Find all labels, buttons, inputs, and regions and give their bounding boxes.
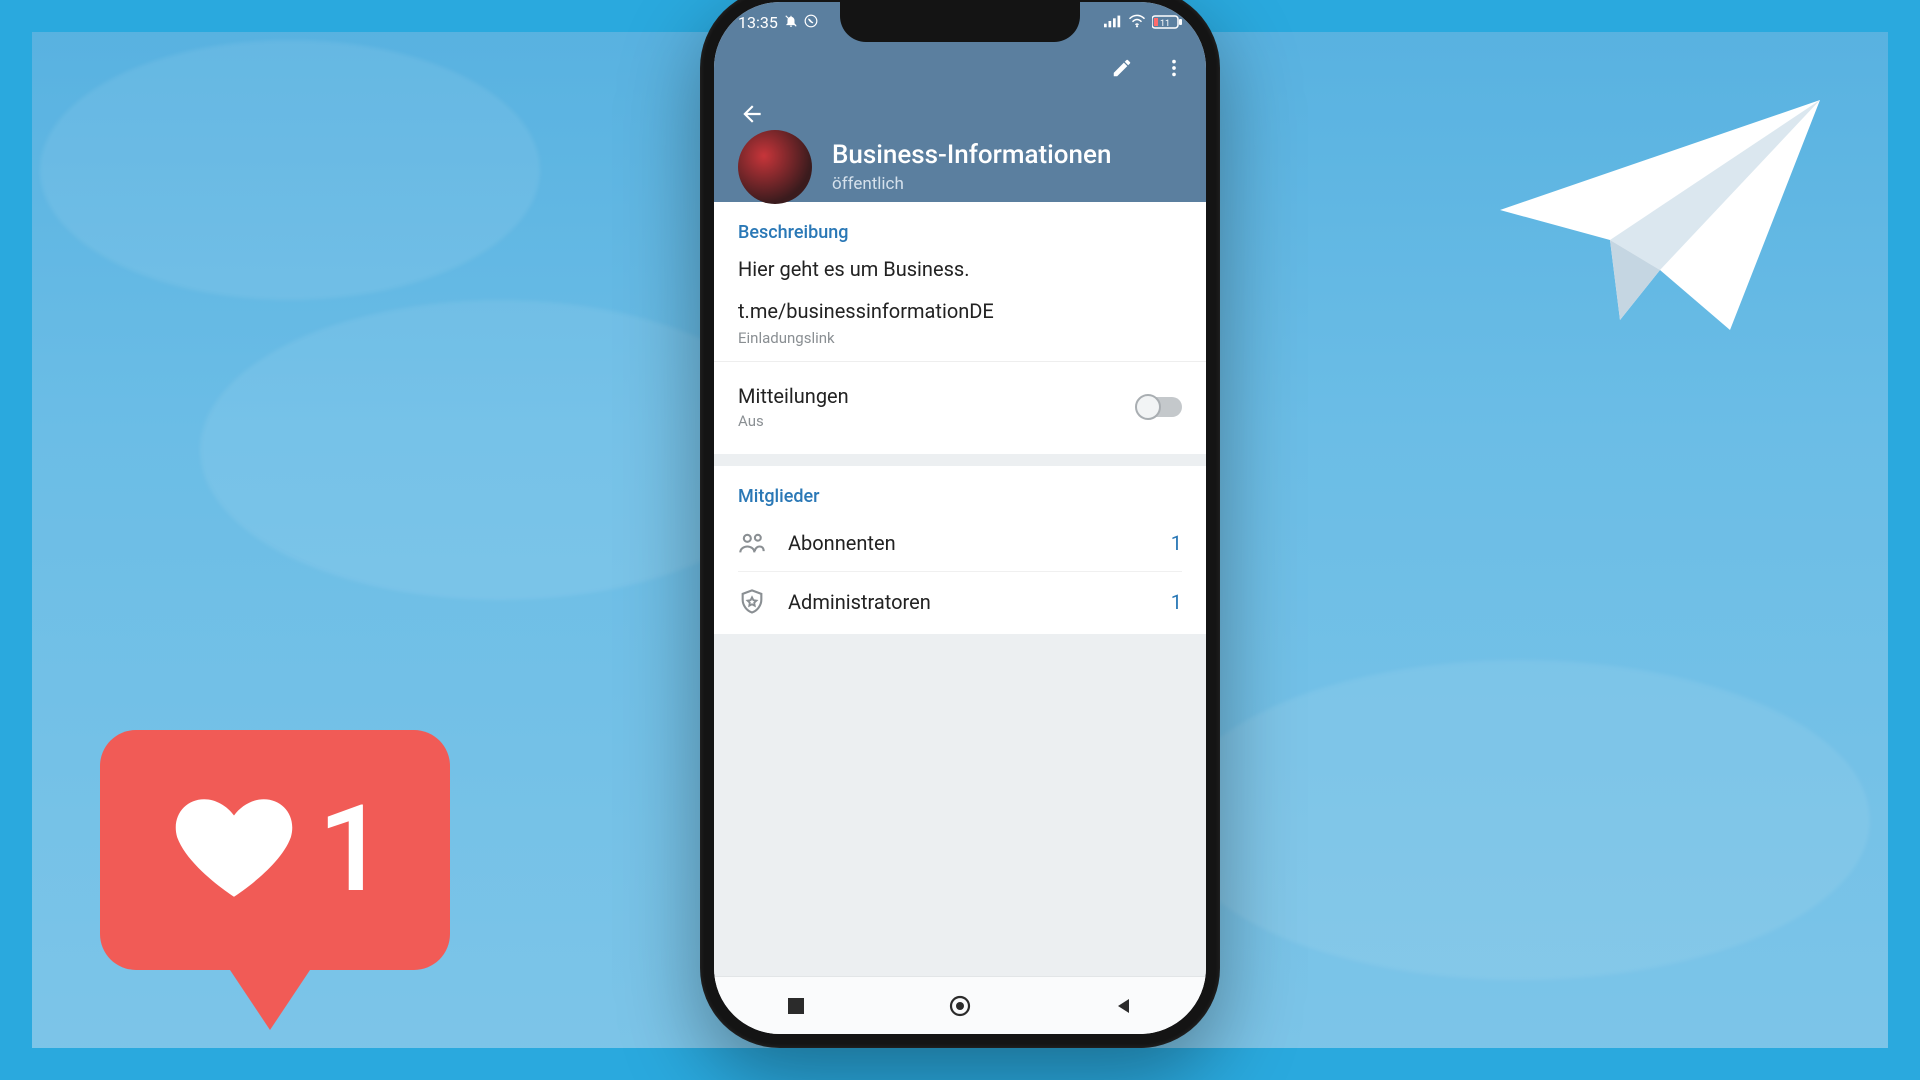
subscribers-count: 1: [1171, 531, 1182, 555]
battery-icon: 11: [1152, 15, 1182, 29]
like-bubble: 1: [100, 730, 450, 1030]
notifications-state: Aus: [738, 412, 849, 430]
subscribers-label: Abonnenten: [788, 531, 896, 555]
invite-link[interactable]: t.me/businessinformationDE: [738, 299, 1182, 323]
notification-muted-icon: [784, 13, 798, 32]
more-button[interactable]: [1158, 52, 1190, 84]
members-title: Mitglieder: [738, 486, 1182, 507]
status-time: 13:35: [738, 13, 778, 32]
nav-recent-button[interactable]: [782, 992, 810, 1020]
back-button[interactable]: [732, 94, 772, 134]
members-section: Mitglieder Abonnenten 1: [714, 466, 1206, 634]
notifications-row[interactable]: Mitteilungen Aus: [738, 376, 1182, 438]
admins-label: Administratoren: [788, 590, 931, 614]
android-navbar: [714, 976, 1206, 1034]
channel-title: Business-Informationen: [832, 140, 1111, 170]
admins-row[interactable]: Administratoren 1: [738, 571, 1182, 624]
nav-home-button[interactable]: [946, 992, 974, 1020]
whatsapp-status-icon: [804, 13, 818, 32]
description-text: Hier geht es um Business.: [738, 257, 1182, 281]
subscribers-icon: [738, 529, 766, 557]
admins-count: 1: [1171, 590, 1182, 614]
channel-visibility: öffentlich: [832, 174, 1111, 194]
invite-caption: Einladungslink: [738, 329, 1182, 347]
signal-icon: [1104, 13, 1122, 32]
channel-avatar[interactable]: [738, 130, 812, 204]
svg-text:11: 11: [1160, 19, 1170, 29]
nav-back-button[interactable]: [1110, 992, 1138, 1020]
heart-icon: [164, 783, 304, 917]
wifi-icon: [1128, 13, 1146, 32]
admins-icon: [738, 588, 766, 616]
app-header: Business-Informationen öffentlich: [714, 42, 1206, 202]
notifications-toggle[interactable]: [1138, 397, 1182, 417]
phone-frame: 13:35 11: [700, 0, 1220, 1048]
edit-button[interactable]: [1106, 52, 1138, 84]
description-title: Beschreibung: [738, 222, 1182, 243]
notifications-label: Mitteilungen: [738, 384, 849, 408]
description-section: Beschreibung Hier geht es um Business. t…: [714, 202, 1206, 466]
like-count: 1: [318, 790, 386, 910]
subscribers-row[interactable]: Abonnenten 1: [738, 521, 1182, 565]
telegram-plane-icon: [1470, 60, 1840, 360]
